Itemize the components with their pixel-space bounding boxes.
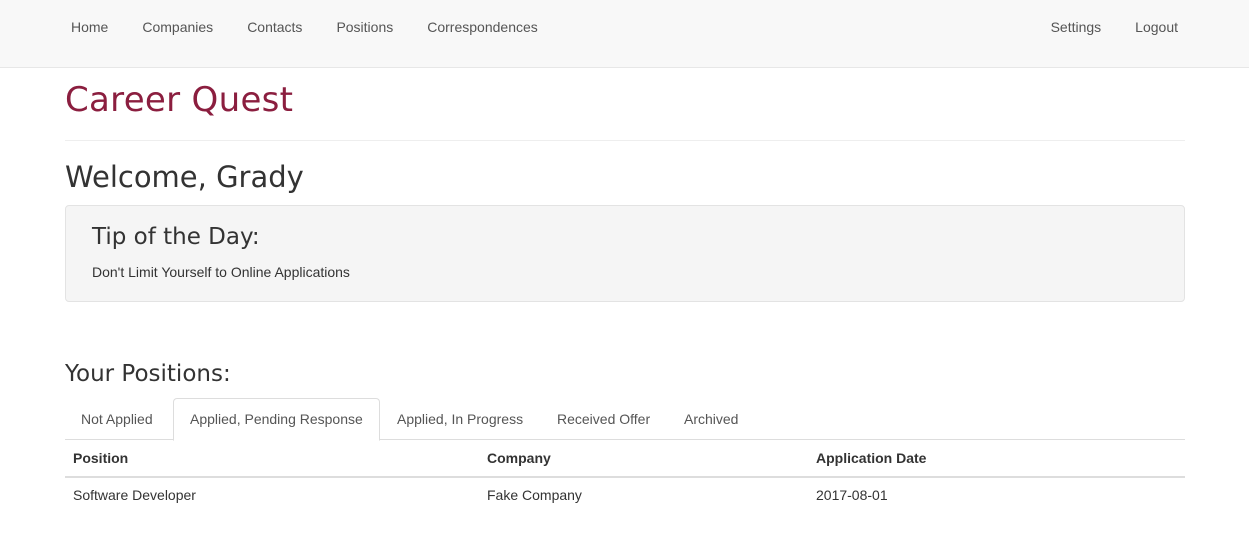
tab-archived[interactable]: Archived: [668, 398, 754, 440]
cell-position: Software Developer: [73, 487, 196, 503]
welcome-heading: Welcome, Grady: [65, 160, 304, 194]
nav-companies-link[interactable]: Companies: [125, 19, 230, 35]
nav-left-group: Home Companies Contacts Positions Corres…: [54, 0, 555, 54]
tab-applied-pending-response[interactable]: Applied, Pending Response: [173, 398, 380, 441]
nav-correspondences-link[interactable]: Correspondences: [410, 19, 555, 35]
nav-home-link[interactable]: Home: [54, 19, 125, 35]
tab-received-offer[interactable]: Received Offer: [541, 398, 666, 440]
cell-application-date: 2017-08-01: [816, 487, 888, 503]
column-header-company[interactable]: Company: [487, 450, 551, 466]
tip-heading: Tip of the Day:: [92, 224, 260, 250]
tip-of-the-day-panel: Tip of the Day: Don't Limit Yourself to …: [65, 205, 1185, 302]
table-row[interactable]: Software Developer Fake Company 2017-08-…: [65, 477, 1185, 515]
nav-settings-link[interactable]: Settings: [1034, 19, 1119, 35]
title-divider: [65, 140, 1185, 141]
nav-logout-link[interactable]: Logout: [1118, 19, 1195, 35]
positions-heading: Your Positions:: [65, 361, 231, 387]
column-header-position[interactable]: Position: [73, 450, 128, 466]
nav-positions-link[interactable]: Positions: [319, 19, 410, 35]
tab-applied-in-progress[interactable]: Applied, In Progress: [381, 398, 539, 440]
cell-company: Fake Company: [487, 487, 582, 503]
top-navbar: Home Companies Contacts Positions Corres…: [0, 0, 1249, 68]
nav-right-group: Settings Logout: [1034, 0, 1195, 54]
tab-not-applied[interactable]: Not Applied: [65, 398, 169, 440]
app-title: Career Quest: [65, 80, 294, 120]
positions-tabs: Not Applied Applied, Pending Response Ap…: [65, 398, 1185, 441]
column-header-application-date[interactable]: Application Date: [816, 450, 926, 466]
nav-contacts-link[interactable]: Contacts: [230, 19, 319, 35]
tip-text: Don't Limit Yourself to Online Applicati…: [92, 264, 350, 280]
